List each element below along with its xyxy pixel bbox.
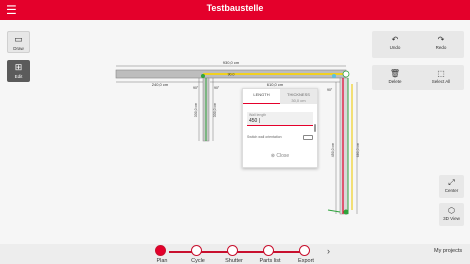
- step-plan[interactable]: [155, 245, 166, 256]
- corner-handle: [343, 209, 349, 215]
- undo-label: Undo: [389, 45, 401, 50]
- corner-handle: [201, 74, 205, 78]
- wall-top-inner-yellow: [203, 73, 345, 75]
- wall-length-label: Wall length: [249, 113, 267, 117]
- redo-icon: ↷: [437, 35, 445, 44]
- switch-orientation-icon[interactable]: [303, 135, 313, 140]
- close-icon: ⊗: [270, 153, 275, 159]
- step-label-plan: Plan: [156, 258, 168, 264]
- draw-tool-label: Draw: [13, 46, 24, 51]
- delete-label: Delete: [388, 79, 402, 84]
- wall-edit-dialog: LENGTH THICKNESS 30,0 cm Wall length 450…: [242, 88, 318, 168]
- chevron-right-icon[interactable]: ›: [327, 246, 330, 256]
- top-bar: ☰ Testbaustelle: [0, 0, 470, 20]
- undo-redo-panel: ↶ Undo ↷ Redo: [372, 31, 464, 58]
- dim-top-inner: 90,0: [228, 73, 235, 77]
- step-label-parts-list: Parts list: [259, 258, 281, 264]
- select-all-label: Select All: [431, 79, 451, 84]
- edit-tool-label: Edit: [14, 74, 23, 79]
- tab-length[interactable]: LENGTH: [243, 89, 280, 104]
- wall-length-field[interactable]: Wall length 450 |: [247, 112, 313, 126]
- draw-wall-icon: ▭: [14, 34, 23, 44]
- 3d-view-label: 3D View: [443, 216, 460, 221]
- switch-orientation-label: Switch wall orientation: [247, 135, 282, 139]
- step-label-cycle: Cycle: [191, 258, 205, 264]
- my-projects-link[interactable]: My projects: [434, 248, 462, 254]
- step-label-shutter: Shutter: [225, 258, 243, 264]
- page-title: Testbaustelle: [206, 3, 264, 13]
- trash-icon: 🗑: [389, 69, 401, 78]
- 3d-view-button[interactable]: ⬡ 3D View: [439, 203, 464, 226]
- edit-tool-button[interactable]: ⊞ Edit: [7, 60, 30, 82]
- delete-select-panel: 🗑 Delete ⬚ Select All: [372, 65, 464, 90]
- undo-button[interactable]: ↶ Undo: [372, 31, 418, 58]
- center-icon: ⤢: [448, 178, 455, 187]
- dim-vertical-right-b: 680,0 cm: [356, 143, 360, 157]
- dialog-scrollbar[interactable]: [314, 124, 316, 132]
- dim-right-seg: 610,0 cm: [267, 82, 284, 87]
- redo-label: Redo: [435, 45, 447, 50]
- step-label-export: Export: [298, 258, 314, 264]
- step-cycle[interactable]: [191, 245, 202, 256]
- center-button[interactable]: ⤢ Center: [439, 175, 464, 198]
- tab-thickness-label: THICKNESS: [287, 92, 310, 97]
- redo-button[interactable]: ↷ Redo: [418, 31, 464, 58]
- close-button[interactable]: ⊗ Close: [243, 153, 317, 159]
- tab-thickness-value: 30,0 cm: [291, 98, 306, 103]
- angle-label: 90°: [214, 86, 220, 90]
- undo-icon: ↶: [391, 35, 399, 44]
- angle-label: 90°: [193, 86, 199, 90]
- draw-tool-button[interactable]: ▭ Draw: [7, 31, 30, 53]
- dim-vertical-left-a: 330,0 cm: [194, 103, 198, 117]
- wall-right-vertical: [339, 77, 349, 215]
- edit-icon: ⊞: [14, 62, 23, 72]
- select-all-button[interactable]: ⬚ Select All: [418, 65, 464, 90]
- corner-handle: [342, 70, 350, 78]
- corner-handle: [332, 74, 336, 78]
- angle-label: 90°: [327, 88, 333, 92]
- select-all-icon: ⬚: [437, 69, 445, 78]
- center-label: Center: [444, 188, 459, 193]
- step-shutter[interactable]: [227, 245, 238, 256]
- dim-top-total: 930,0 cm: [223, 60, 240, 65]
- wall-length-value: 450 |: [249, 118, 261, 124]
- delete-button[interactable]: 🗑 Delete: [372, 65, 418, 90]
- dim-left-seg: 240,0 cm: [152, 82, 169, 87]
- step-parts-list[interactable]: [263, 245, 274, 256]
- dim-vertical-left-b: 330,0 cm: [213, 103, 217, 117]
- switch-orientation-row[interactable]: Switch wall orientation: [247, 135, 315, 143]
- dim-vertical-right-a: 450,0 cm: [331, 143, 335, 157]
- tab-thickness[interactable]: THICKNESS 30,0 cm: [280, 89, 317, 104]
- close-label: Close: [276, 153, 290, 159]
- step-export[interactable]: [299, 245, 310, 256]
- cube-icon: ⬡: [448, 206, 455, 215]
